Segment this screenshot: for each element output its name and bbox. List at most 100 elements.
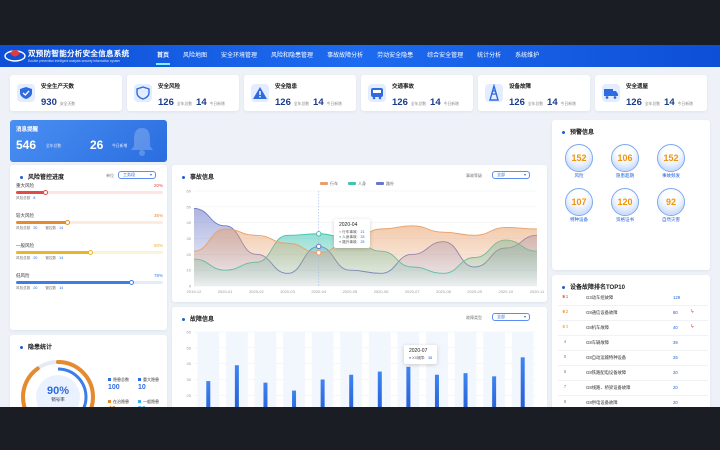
warning-item[interactable]: 120 资格证书 — [609, 188, 641, 223]
risk-progress-bar — [16, 220, 163, 225]
warning-value: 152 — [565, 144, 593, 172]
legend-swatch — [138, 400, 141, 404]
fault-count: 40 — [673, 325, 678, 330]
hover-point — [316, 243, 322, 250]
medal-icon: ♛2 — [560, 309, 570, 315]
warning-item[interactable]: 92 自然灾害 — [655, 188, 687, 223]
hazard-legend-row: 在治隐患 — [108, 399, 129, 405]
stat-value: 126 — [392, 97, 408, 108]
message-total: 546 — [16, 138, 37, 152]
bar[interactable] — [206, 381, 211, 407]
device-name: G3动车组故障 — [586, 295, 614, 300]
warning-item[interactable]: 107 特种设备 — [563, 188, 595, 223]
bar[interactable] — [377, 371, 382, 407]
bar[interactable] — [520, 357, 525, 407]
risk-unit-select[interactable]: 工务段 ▾ — [118, 171, 156, 179]
nav-item[interactable]: 首页 — [150, 45, 176, 67]
bar[interactable] — [320, 379, 325, 408]
risk-progress-handle — [128, 280, 134, 285]
warning-item[interactable]: 106 隐患超期 — [609, 144, 641, 179]
nav-item[interactable]: 系统维护 — [508, 45, 546, 67]
stat-name: 安全风险 — [158, 84, 181, 90]
bell-icon — [131, 128, 153, 156]
table-row[interactable]: 5 G8自动运输特种设备 25 — [558, 351, 708, 366]
stat-card[interactable]: 安全遗屋 126 全年总数 14 今日新增 — [595, 75, 707, 111]
warning-value: 120 — [611, 188, 639, 216]
message-card[interactable]: 消息提醒 546 全年总数 26 今日新增 — [10, 120, 167, 162]
risk-done-label: 管控数 — [45, 286, 57, 290]
table-row[interactable]: 4 G8车辆故障 39 — [558, 336, 708, 351]
hazard-legend-label: 在治隐患 — [113, 399, 129, 404]
hazard-legend-label: 隐患总数 — [113, 377, 129, 382]
stat-values: 126 全年总数 14 今日新增 — [392, 92, 463, 110]
bar[interactable] — [234, 365, 239, 407]
risk-total-label: 风险总数 — [16, 256, 31, 260]
risk-total-label: 风险总数 — [16, 226, 31, 230]
hazard-legend-label: 一般隐患 — [143, 399, 159, 404]
message-total-label: 全年总数 — [46, 144, 62, 148]
bar[interactable] — [349, 374, 354, 407]
stat-today-label: 今日新增 — [326, 102, 342, 106]
table-row[interactable]: ♛2 G8通信设备故障 80 ϟ — [558, 306, 708, 321]
stat-card[interactable]: 交通事故 126 全年总数 14 今日新增 — [361, 75, 473, 111]
fault-tooltip-title: 2020-07 — [409, 348, 428, 354]
fault-count: 20 — [673, 385, 678, 390]
device-name: G8通信设备故障 — [586, 310, 618, 315]
bar[interactable] — [434, 374, 439, 407]
nav-item[interactable]: 安全环境管理 — [214, 45, 264, 67]
fault-chart-card: 故障信息 故障类型 全部 ▾ 0 10 20 30 40 50 60 2019-12 2020-… — [172, 307, 547, 407]
stat-unit: 全年总数 — [410, 102, 427, 106]
bar[interactable] — [292, 390, 297, 407]
stat-unit: 全年总数 — [527, 102, 544, 106]
chevron-down-icon: ▾ — [149, 172, 152, 177]
y-tick-label: 30 — [187, 377, 192, 382]
bar[interactable] — [406, 366, 411, 407]
app-title: 双预防智能分析安全信息系统 — [28, 49, 130, 58]
warning-label: 自然灾害 — [662, 217, 680, 222]
risk-percent: 50% — [153, 243, 163, 248]
table-row[interactable]: ♛3 G8机车故障 40 ϟ — [558, 321, 708, 336]
stat-card[interactable]: 安全生产天数 930 安全天数 — [10, 75, 122, 111]
stat-unit: 全年总数 — [644, 102, 661, 106]
stat-card[interactable]: 设备故障 126 全年总数 14 今日新增 — [478, 75, 590, 111]
warning-item[interactable]: 152 风险 — [563, 144, 595, 179]
risk-progress-handle — [43, 190, 49, 195]
table-row[interactable]: 8 G8供电设备故障 20 — [558, 396, 708, 407]
bar[interactable] — [463, 373, 468, 407]
stat-today-label: 今日新增 — [209, 102, 225, 106]
nav-item[interactable]: 综合安全管理 — [420, 45, 470, 67]
legend-swatch — [138, 378, 141, 382]
risk-done: 14 — [59, 226, 64, 230]
bar[interactable] — [263, 382, 268, 407]
rank: 8 — [563, 399, 567, 404]
hazard-legend-row: 隐患总数 — [108, 377, 129, 383]
table-row[interactable]: 6 G8铁路配电设备故障 20 — [558, 366, 708, 381]
nav-item[interactable]: 劳动安全隐患 — [370, 45, 420, 67]
accident-tooltip-title: 2020-04 — [339, 222, 358, 228]
nav-item[interactable]: 风险地图 — [176, 45, 214, 67]
y-tick-label: 30 — [187, 236, 192, 241]
nav-item[interactable]: 统计分析 — [470, 45, 508, 67]
warning-value: 152 — [657, 144, 685, 172]
table-row[interactable]: 7 G8线路、桥梁设备故障 20 — [558, 381, 708, 396]
stat-card[interactable]: 安全风险 126 全年总数 14 今日新增 — [127, 75, 239, 111]
tooltip-value: 21 — [360, 230, 365, 234]
stat-today-label: 今日新增 — [560, 102, 576, 106]
x-tick-label: 2020-02 — [249, 289, 264, 294]
stat-values: 930 安全天数 — [41, 92, 79, 110]
bar[interactable] — [492, 376, 497, 407]
stat-card[interactable]: 安全隐患 126 全年总数 14 今日新增 — [244, 75, 356, 111]
hazard-ring-value: 90% — [46, 385, 70, 397]
legend-swatch — [108, 400, 111, 404]
risk-select-value: 工务段 — [123, 172, 135, 177]
nav-item[interactable]: 风险和隐患管理 — [264, 45, 320, 67]
rank-number: 7 — [560, 384, 570, 389]
shield-icon — [134, 84, 152, 102]
warning-value: 106 — [611, 144, 639, 172]
warning-item[interactable]: 152 事故频发 — [655, 144, 687, 179]
nav-item[interactable]: 事故故障分析 — [320, 45, 370, 67]
rank: 7 — [563, 384, 567, 389]
risk-name: 低风险 — [16, 273, 30, 278]
table-row[interactable]: ♛1 G3动车组故障 129 — [558, 291, 708, 306]
tooltip-value: 38 — [428, 356, 433, 360]
